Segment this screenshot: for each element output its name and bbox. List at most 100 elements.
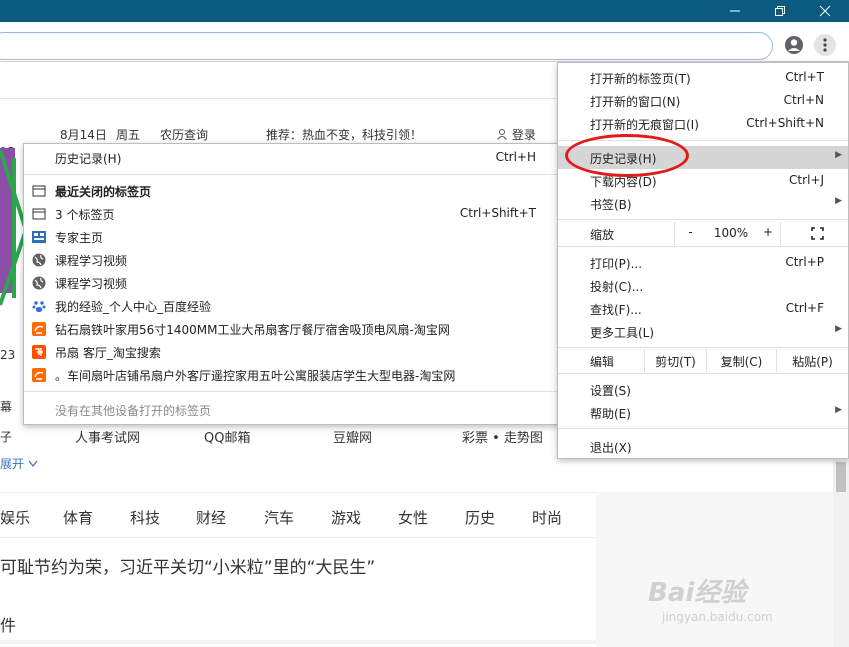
category-tab[interactable]: 汽车 xyxy=(264,507,294,528)
globe-icon xyxy=(32,276,46,290)
menu-item-new-window[interactable]: 打开新的窗口(N) Ctrl+N xyxy=(558,89,848,112)
history-shortcut: Ctrl+H xyxy=(495,150,536,164)
zoom-label: 缩放 xyxy=(590,228,615,242)
zoom-minus-label: - xyxy=(688,225,693,239)
menu-item-print[interactable]: 打印(P)... Ctrl+P xyxy=(558,251,848,274)
menu-item-shortcut: Ctrl+F xyxy=(785,301,824,315)
cut-button[interactable]: 剪切(T) xyxy=(644,349,706,372)
login-label: 登录 xyxy=(511,128,536,142)
category-tab[interactable]: 时尚 xyxy=(532,507,562,528)
history-item[interactable]: 专家主页 xyxy=(24,226,559,248)
fullscreen-button[interactable] xyxy=(780,222,848,245)
zoom-value-label: 100% xyxy=(713,226,749,240)
menu-item-label: 更多工具(L) xyxy=(590,326,655,340)
zoom-in-button[interactable]: + xyxy=(756,222,780,245)
history-item-label: 3 个标签页 xyxy=(55,208,115,222)
menu-item-label: 打开新的无痕窗口(I) xyxy=(590,118,699,132)
history-item[interactable]: 。车间扇叶店铺吊扇户外客厅遥控家用五叶公寓服装店学生大型电器-淘宝网 xyxy=(24,364,559,386)
fullscreen-icon xyxy=(811,227,824,243)
history-item[interactable]: 课程学习视频 xyxy=(24,272,559,294)
menu-item-settings[interactable]: 设置(S) xyxy=(558,378,848,401)
globe-icon xyxy=(32,253,46,267)
login-link[interactable]: 登录 xyxy=(496,126,536,143)
taobao-search-icon xyxy=(32,345,46,359)
recommend-text[interactable]: 推荐：热血不变，科技引领！ xyxy=(266,126,422,143)
menu-item-label: 书签(B) xyxy=(590,198,632,212)
taobao-icon xyxy=(32,322,46,336)
menu-item-more-tools[interactable]: 更多工具(L) ▶ xyxy=(558,320,848,343)
more-vert-icon[interactable] xyxy=(814,34,836,56)
menu-item-new-tab[interactable]: 打开新的标签页(T) Ctrl+T xyxy=(558,66,848,89)
baidu-paw-icon xyxy=(32,299,46,313)
page-scrollbar[interactable] xyxy=(833,460,849,647)
menu-item-find[interactable]: 查找(F)... Ctrl+F xyxy=(558,297,848,320)
browser-toolbar xyxy=(0,22,849,62)
history-item-label: 。车间扇叶店铺吊扇户外客厅遥控家用五叶公寓服装店学生大型电器-淘宝网 xyxy=(55,369,456,383)
history-submenu: 历史记录(H) Ctrl+H 最近关闭的标签页 3 个标签页 Ctrl+Shif… xyxy=(23,143,560,425)
copy-label: 复制(C) xyxy=(720,355,763,369)
left-fragment-3: 子 xyxy=(0,430,13,444)
cut-label: 剪切(T) xyxy=(655,355,696,369)
copy-button[interactable]: 复制(C) xyxy=(706,349,776,372)
menu-item-label: 打印(P)... xyxy=(590,257,643,271)
history-item[interactable]: 课程学习视频 xyxy=(24,249,559,271)
category-tab[interactable]: 女性 xyxy=(398,507,428,528)
zoom-out-button[interactable]: - xyxy=(674,222,706,245)
edit-row: 编辑 剪切(T) 复制(C) 粘贴(P) xyxy=(558,349,848,372)
submenu-arrow-icon: ▶ xyxy=(835,405,842,415)
expert-icon xyxy=(32,230,46,244)
menu-item-label: 打开新的标签页(T) xyxy=(590,72,691,86)
category-tab[interactable]: 娱乐 xyxy=(0,507,30,528)
menu-item-exit[interactable]: 退出(X) xyxy=(558,435,848,458)
menu-divider xyxy=(558,373,848,374)
news-headline[interactable]: 可耻节约为荣，习近平关切“小米粒”里的“大民生” xyxy=(0,553,375,578)
link-douban[interactable]: 豆瓣网 xyxy=(333,427,372,446)
annotation-red-ellipse xyxy=(565,134,689,177)
minimize-icon[interactable] xyxy=(718,0,752,22)
menu-item-label: 设置(S) xyxy=(590,384,631,398)
history-title-item[interactable]: 历史记录(H) Ctrl+H xyxy=(24,147,559,169)
category-tab[interactable]: 历史 xyxy=(465,507,495,528)
menu-item-label: 投射(C)... xyxy=(590,280,644,294)
close-icon[interactable] xyxy=(808,0,842,22)
lunar-link[interactable]: 农历查询 xyxy=(160,126,208,143)
menu-divider xyxy=(24,391,559,392)
history-item-label: 吊扇 客厅_淘宝搜索 xyxy=(55,346,161,360)
category-tab[interactable]: 体育 xyxy=(63,507,93,528)
paste-button[interactable]: 粘贴(P) xyxy=(776,349,848,372)
recently-closed-header[interactable]: 最近关闭的标签页 xyxy=(24,180,559,202)
link-lottery[interactable]: 彩票 • 走势图 xyxy=(462,427,543,446)
history-item[interactable]: 3 个标签页 Ctrl+Shift+T xyxy=(24,203,559,225)
category-tab[interactable]: 科技 xyxy=(130,507,160,528)
category-bar: 娱乐 体育 科技 财经 汽车 游戏 女性 历史 时尚 xyxy=(0,492,597,538)
menu-item-help[interactable]: 帮助(E) ▶ xyxy=(558,401,848,424)
menu-item-shortcut: Ctrl+Shift+N xyxy=(746,116,824,130)
profile-avatar-icon[interactable] xyxy=(783,34,805,56)
link-exam[interactable]: 人事考试网 xyxy=(75,427,140,446)
address-bar[interactable] xyxy=(0,32,773,60)
restore-icon[interactable] xyxy=(763,0,797,22)
menu-item-shortcut: Ctrl+T xyxy=(785,70,824,84)
category-tab[interactable]: 财经 xyxy=(196,507,226,528)
menu-item-cast[interactable]: 投射(C)... xyxy=(558,274,848,297)
history-item-shortcut: Ctrl+Shift+T xyxy=(459,206,536,220)
scroll-thumb[interactable] xyxy=(836,462,846,492)
submenu-arrow-icon: ▶ xyxy=(835,150,842,160)
link-qqmail[interactable]: QQ邮箱 xyxy=(204,427,250,446)
menu-item-incognito[interactable]: 打开新的无痕窗口(I) Ctrl+Shift+N xyxy=(558,112,848,135)
history-item[interactable]: 钻石扇铁叶家用56寸1400MM工业大吊扇客厅餐厅宿舍吸顶电风扇-淘宝网 xyxy=(24,318,559,340)
menu-item-bookmarks[interactable]: 书签(B) ▶ xyxy=(558,192,848,215)
menu-item-label: 打开新的窗口(N) xyxy=(590,95,681,109)
category-tab[interactable]: 游戏 xyxy=(331,507,361,528)
history-item-label: 钻石扇铁叶家用56寸1400MM工业大吊扇客厅餐厅宿舍吸顶电风扇-淘宝网 xyxy=(55,323,450,337)
left-fragment-2: 幕 xyxy=(0,400,13,414)
recently-closed-label: 最近关闭的标签页 xyxy=(55,185,152,199)
expand-label: 展开 xyxy=(0,457,25,471)
history-item[interactable]: 我的经验_个人中心_百度经验 xyxy=(24,295,559,317)
section-fragment: 件 xyxy=(0,616,17,635)
expand-link[interactable]: 展开 xyxy=(0,455,38,472)
history-item[interactable]: 吊扇 客厅_淘宝搜索 xyxy=(24,341,559,363)
header-divider xyxy=(0,98,557,99)
submenu-arrow-icon: ▶ xyxy=(835,324,842,334)
faint-text-line xyxy=(0,640,597,644)
